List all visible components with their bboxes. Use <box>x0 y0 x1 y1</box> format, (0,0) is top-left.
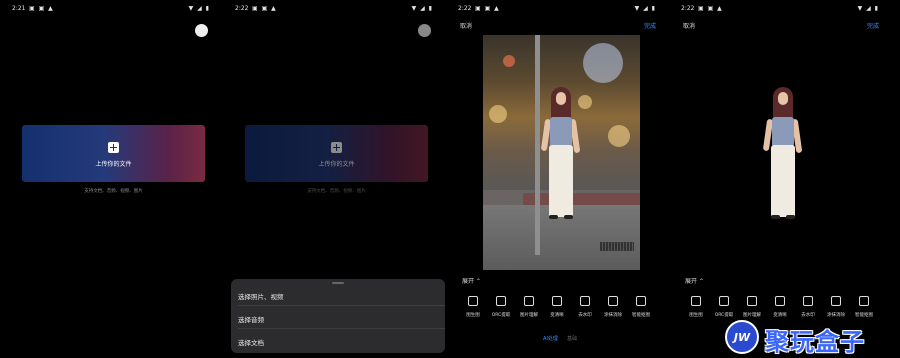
watermark-logo: JW <box>725 320 759 354</box>
sheet-grab-handle[interactable] <box>332 282 344 284</box>
supported-formats-hint: 支持文档、音频、视频、图片 <box>307 189 366 194</box>
tool-ocr[interactable]: ORC提取 <box>709 296 739 318</box>
status-time: 2:22 <box>458 5 472 12</box>
expand-toggle[interactable]: 展开 ⌃ <box>685 276 704 285</box>
hd-icon <box>775 296 785 306</box>
tool-enhance[interactable]: 变清晰 <box>542 296 572 318</box>
picker-bottom-sheet: 选择照片、视频 选择音频 选择文档 <box>231 279 445 353</box>
watermark-text: 聚玩盒子 <box>765 328 865 356</box>
home-screen: 2:21 ▣ ▣ ▲ ▼ ◢ ▮ 上传你的文件 支持文档、音频、视频、图片 <box>0 0 222 358</box>
upload-label: 上传你的文件 <box>95 161 132 168</box>
street-pole <box>535 35 540 255</box>
scan-icon <box>496 296 506 306</box>
status-bar: 2:22 ▣ ▣ ▲ ▼ ◢ ▮ <box>681 4 879 14</box>
subject-person <box>540 87 583 221</box>
status-bar: 2:21 ▣ ▣ ▲ ▼ ◢ ▮ <box>12 4 210 14</box>
image-icon <box>468 296 478 306</box>
drop-icon <box>580 296 590 306</box>
drop-icon <box>803 296 813 306</box>
upload-file-button[interactable]: 上传你的文件 <box>245 125 428 182</box>
status-bar: 2:22 ▣ ▣ ▲ ▼ ◢ ▮ <box>235 4 433 14</box>
tool-img2img[interactable]: 图生图 <box>681 296 711 318</box>
signal-battery-icons: ▼ ◢ ▮ <box>188 5 210 12</box>
tool-enhance[interactable]: 变清晰 <box>765 296 795 318</box>
expand-toggle[interactable]: 展开 ⌃ <box>462 276 481 285</box>
notification-icons: ▣ ▣ ▲ <box>29 5 54 12</box>
done-button[interactable]: 完成 <box>644 21 656 30</box>
choose-document[interactable]: 选择文档 <box>238 337 264 347</box>
plus-icon <box>331 142 342 153</box>
choose-audio[interactable]: 选择音频 <box>238 314 264 324</box>
cutout-subject <box>762 87 805 221</box>
done-button[interactable]: 完成 <box>867 21 879 30</box>
upload-label: 上传你的文件 <box>318 161 355 168</box>
status-time: 2:22 <box>681 5 695 12</box>
tool-erase[interactable]: 涂抹消除 <box>821 296 851 318</box>
divider <box>238 328 445 329</box>
choose-photo-video[interactable]: 选择照片、视频 <box>238 291 284 301</box>
avatar[interactable] <box>418 24 431 37</box>
scan-icon <box>719 296 729 306</box>
tool-smart-cutout[interactable]: 智能抠图 <box>849 296 879 318</box>
site-watermark: JW 聚玩盒子 <box>725 320 895 356</box>
hd-icon <box>552 296 562 306</box>
drain-grate <box>600 242 634 251</box>
bulb-icon <box>524 296 534 306</box>
cutout-icon <box>859 296 869 306</box>
cancel-button[interactable]: 取消 <box>683 21 695 30</box>
tool-erase[interactable]: 涂抹消除 <box>598 296 628 318</box>
notification-icons: ▣ ▣ ▲ <box>252 5 277 12</box>
upload-picker-screen: 2:22 ▣ ▣ ▲ ▼ ◢ ▮ 上传你的文件 支持文档、音频、视频、图片 选择… <box>223 0 445 358</box>
tool-img2img[interactable]: 图生图 <box>458 296 488 318</box>
eraser-icon <box>608 296 618 306</box>
cutout-icon <box>636 296 646 306</box>
divider <box>238 305 445 306</box>
image-edit-screen: 2:22 ▣ ▣ ▲ ▼ ◢ ▮ 取消 完成 展开 ⌃ 图生图 ORC提取 图片… <box>446 0 668 358</box>
source-photo <box>483 35 640 270</box>
avatar[interactable] <box>195 24 208 37</box>
status-time: 2:22 <box>235 5 249 12</box>
supported-formats-hint: 支持文档、音频、视频、图片 <box>84 189 143 194</box>
tool-smart-cutout[interactable]: 智能抠图 <box>626 296 656 318</box>
cutout-result-screen: 2:22 ▣ ▣ ▲ ▼ ◢ ▮ 取消 完成 展开 ⌃ 图生图 ORC提取 图片… <box>669 0 891 358</box>
tab-ai[interactable]: AI处理 <box>543 335 558 342</box>
tool-remove-watermark[interactable]: 去水印 <box>793 296 823 318</box>
upload-file-button[interactable]: 上传你的文件 <box>22 125 205 182</box>
bulb-icon <box>747 296 757 306</box>
signal-battery-icons: ▼ ◢ ▮ <box>857 5 879 12</box>
tool-ocr[interactable]: ORC提取 <box>486 296 516 318</box>
tab-basic[interactable]: 基础 <box>567 335 577 342</box>
signal-battery-icons: ▼ ◢ ▮ <box>634 5 656 12</box>
cancel-button[interactable]: 取消 <box>460 21 472 30</box>
signal-battery-icons: ▼ ◢ ▮ <box>411 5 433 12</box>
plus-icon <box>108 142 119 153</box>
notification-icons: ▣ ▣ ▲ <box>475 5 500 12</box>
notification-icons: ▣ ▣ ▲ <box>698 5 723 12</box>
tool-image-understanding[interactable]: 图片理解 <box>737 296 767 318</box>
status-time: 2:21 <box>12 5 26 12</box>
status-bar: 2:22 ▣ ▣ ▲ ▼ ◢ ▮ <box>458 4 656 14</box>
tool-image-understanding[interactable]: 图片理解 <box>514 296 544 318</box>
eraser-icon <box>831 296 841 306</box>
tool-bar: 图生图 ORC提取 图片理解 变清晰 去水印 涂抹消除 智能抠图 <box>458 296 664 322</box>
image-icon <box>691 296 701 306</box>
tool-bar: 图生图 ORC提取 图片理解 变清晰 去水印 涂抹消除 智能抠图 <box>681 296 887 322</box>
tool-remove-watermark[interactable]: 去水印 <box>570 296 600 318</box>
